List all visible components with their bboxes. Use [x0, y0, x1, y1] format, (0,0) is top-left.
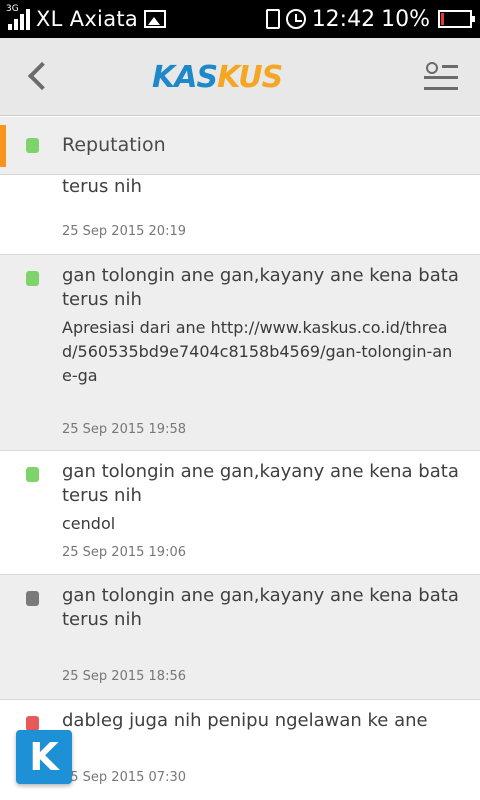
list-item[interactable]: gan tolongin ane gan,kayany ane kena bat… [0, 451, 480, 575]
item-text: gan tolongin ane gan,kayany ane kena bat… [62, 584, 460, 632]
list-item[interactable]: gan tolongin ane gan,kayany ane kena bat… [0, 255, 480, 451]
item-message: cendol [62, 514, 116, 533]
reputation-positive-icon [26, 138, 39, 153]
reputation-status-icon [26, 591, 39, 606]
list-item[interactable]: gan tolongin ane gan,kayany ane kena bat… [0, 575, 480, 700]
battery-icon [438, 10, 475, 28]
status-right: 12:42 10% [265, 0, 475, 38]
reputation-list[interactable]: terus nih 25 Sep 2015 20:19 gan tolongin… [0, 176, 480, 800]
vibrate-icon [265, 9, 280, 29]
status-left: 3G XL Axiata [6, 0, 167, 38]
network-type: 3G [6, 4, 19, 14]
item-timestamp: 25 Sep 2015 07:30 [62, 770, 186, 785]
item-timestamp: 25 Sep 2015 18:56 [62, 669, 186, 684]
image-notification-icon [144, 10, 167, 28]
item-headline: dableg juga nih penipu ngelawan ke ane [62, 710, 428, 731]
kaskus-logo[interactable]: KASKUS [152, 60, 283, 95]
list-item[interactable]: terus nih 25 Sep 2015 20:19 [0, 176, 480, 255]
status-bar: 3G XL Axiata 12:42 10% [0, 0, 480, 38]
item-text: terus nih [62, 176, 460, 199]
item-text: dableg juga nih penipu ngelawan ke ane [62, 709, 460, 733]
search-menu-icon[interactable] [424, 62, 458, 94]
app-header: KASKUS [0, 38, 480, 116]
item-timestamp: 25 Sep 2015 19:06 [62, 545, 186, 560]
logo-text-part2: KUS [217, 60, 283, 95]
alarm-icon [285, 9, 306, 29]
battery-percent: 10% [381, 6, 430, 32]
logo-text-part1: KAS [152, 60, 218, 95]
reputation-status-icon [26, 716, 39, 731]
kaskus-floating-button[interactable]: K [16, 730, 72, 784]
clock: 12:42 [311, 6, 376, 32]
item-headline: terus nih [62, 176, 142, 197]
reputation-status-icon [26, 467, 39, 482]
section-accent [0, 125, 6, 167]
section-title: Reputation [62, 134, 166, 156]
kaskus-k-icon: K [29, 735, 59, 779]
item-timestamp: 25 Sep 2015 19:58 [62, 422, 186, 437]
item-headline: gan tolongin ane gan,kayany ane kena bat… [62, 265, 459, 310]
item-text: gan tolongin ane gan,kayany ane kena bat… [62, 460, 460, 536]
reputation-status-icon [26, 271, 39, 286]
item-headline: gan tolongin ane gan,kayany ane kena bat… [62, 585, 459, 630]
item-headline: gan tolongin ane gan,kayany ane kena bat… [62, 461, 459, 506]
item-message: Apresiasi dari ane http://www.kaskus.co.… [62, 318, 453, 385]
item-timestamp: 25 Sep 2015 20:19 [62, 224, 186, 239]
back-arrow-icon[interactable] [22, 60, 56, 94]
section-header-reputation: Reputation [0, 117, 480, 175]
carrier-name: XL Axiata [36, 7, 139, 31]
list-item[interactable]: dableg juga nih penipu ngelawan ke ane 2… [0, 700, 480, 800]
item-text: gan tolongin ane gan,kayany ane kena bat… [62, 264, 460, 388]
